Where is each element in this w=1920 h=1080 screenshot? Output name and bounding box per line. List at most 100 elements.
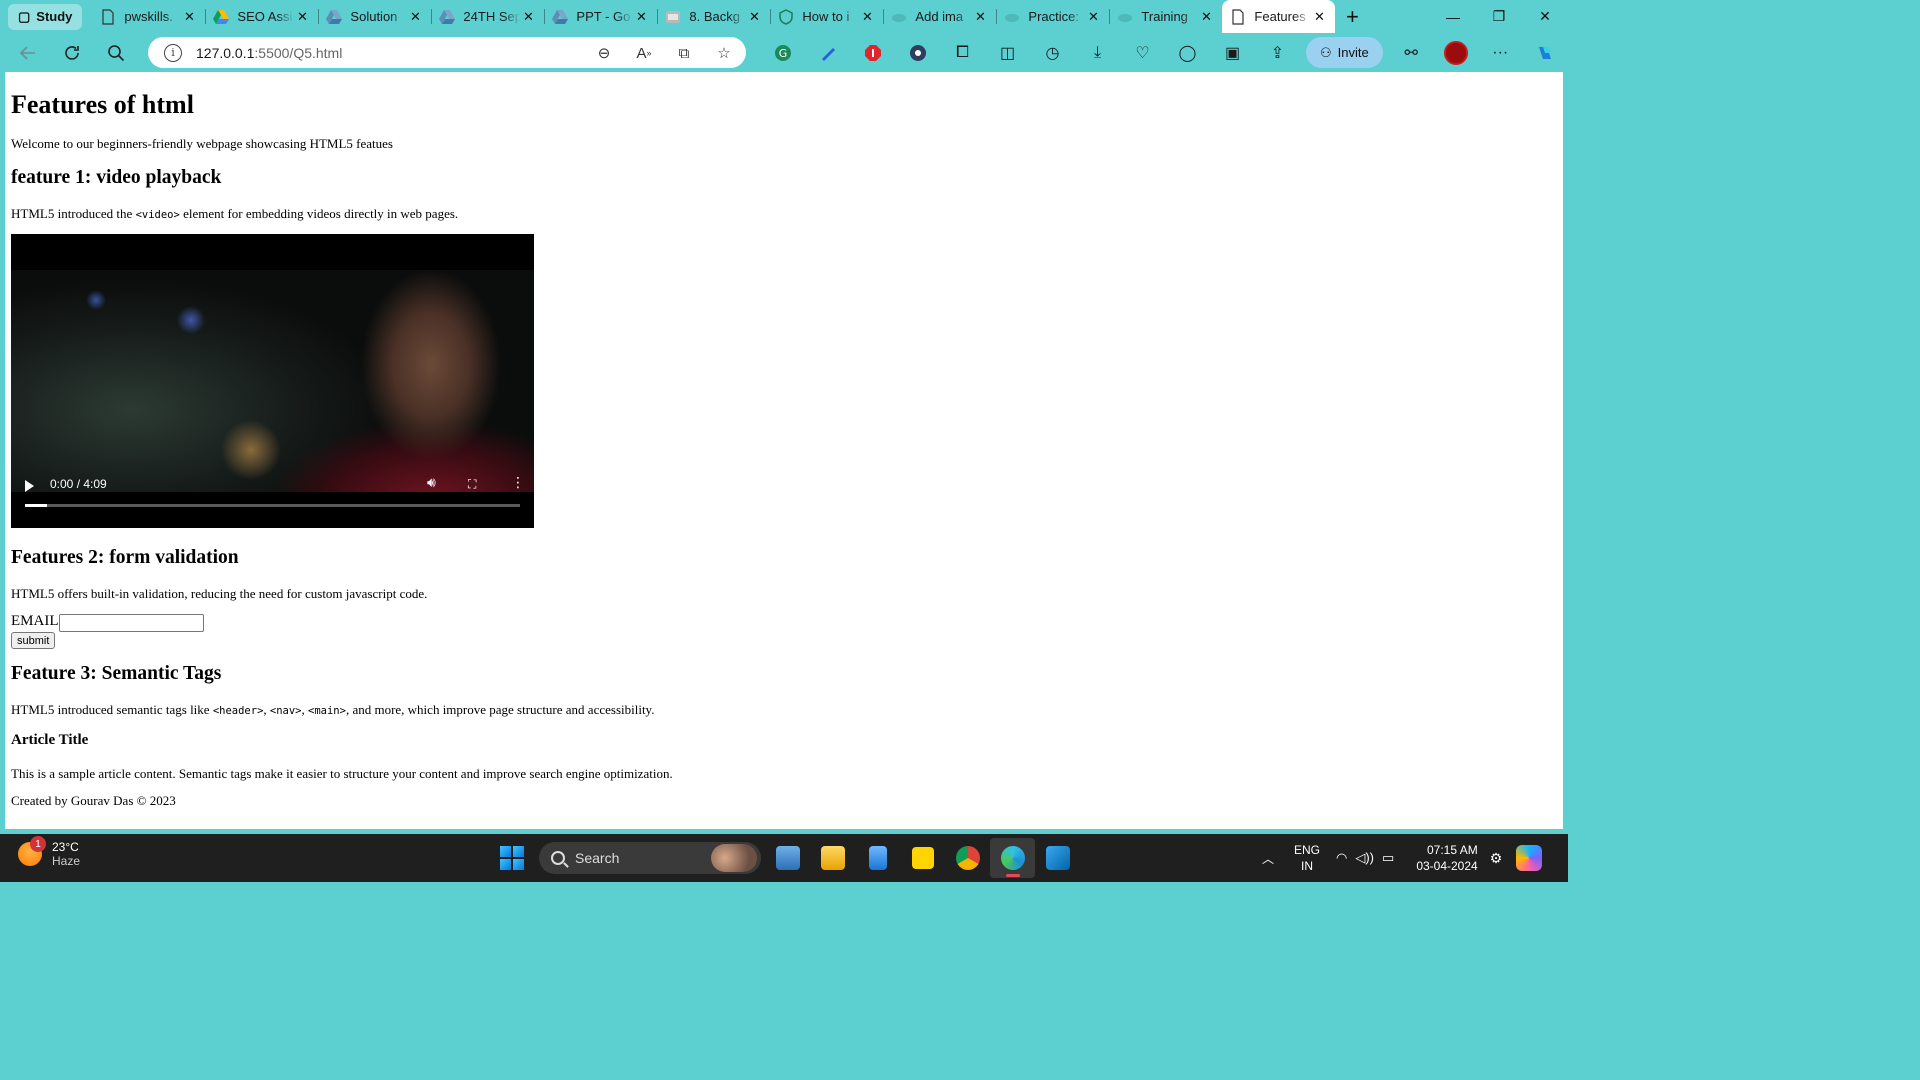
copilot-icon[interactable]: [1523, 36, 1568, 69]
photos-icon: [775, 846, 800, 870]
intro-text: Welcome to our beginners-friendly webpag…: [11, 136, 393, 151]
video-progress-bar[interactable]: [25, 504, 520, 507]
zoom-out-icon[interactable]: ⊖: [592, 41, 616, 65]
feature2-text: HTML5 offers built-in validation, reduci…: [11, 586, 428, 601]
speaker-icon: ◁)): [1355, 850, 1375, 865]
feature1-text: HTML5 introduced the <video> element for…: [11, 206, 459, 221]
history-icon[interactable]: ◷: [1030, 36, 1075, 69]
notification-bell-icon[interactable]: ⚙︎: [1490, 850, 1503, 867]
workspace-button[interactable]: ▢ Study: [8, 3, 83, 30]
chat-icon[interactable]: ◯: [1165, 36, 1210, 69]
tab-ppt[interactable]: PPT - Go ✕: [544, 0, 657, 33]
back-button[interactable]: [10, 37, 46, 69]
grammarly-icon[interactable]: G: [760, 36, 805, 69]
fullscreen-icon[interactable]: ⛶: [468, 477, 476, 492]
tab-24th-sep[interactable]: 24TH Sep ✕: [431, 0, 544, 33]
play-icon[interactable]: [25, 480, 34, 492]
system-tray: ︿ ENG IN ◠ ◁)) ▭ 07:15 AM 03-04-2024 ⚙︎: [1256, 834, 1543, 882]
video-time: 0:00 / 4:09: [50, 477, 107, 491]
search-highlight-image: [711, 844, 757, 872]
tab-features-active[interactable]: Features ✕: [1222, 0, 1336, 33]
sticky-notes-icon: [911, 847, 934, 869]
refresh-button[interactable]: [54, 37, 90, 69]
taskbar-app-file-explorer[interactable]: [810, 838, 855, 878]
clock-date: 03-04-2024: [1416, 859, 1478, 873]
video-player[interactable]: 0:00 / 4:09 🔊︎ ⛶ ⋮: [11, 234, 534, 528]
chevron-up-icon[interactable]: ︿: [1256, 850, 1280, 867]
browser-essentials-icon[interactable]: ♡: [1120, 36, 1165, 69]
adblock-icon[interactable]: [850, 36, 895, 69]
close-icon[interactable]: ✕: [859, 9, 875, 25]
address-bar[interactable]: i 127.0.0.1:5500/Q5.html ⊖ A» ⧉ ☆: [148, 37, 746, 68]
slides-icon: [665, 9, 681, 25]
close-icon[interactable]: ✕: [1311, 9, 1327, 25]
close-icon[interactable]: ✕: [181, 9, 197, 25]
tab-seo[interactable]: SEO Assi ✕: [205, 0, 318, 33]
taskbar-app-sticky-notes[interactable]: [900, 838, 945, 878]
feature1-heading: feature 1: video playback: [11, 167, 222, 188]
share-icon[interactable]: ⇪: [1255, 36, 1300, 69]
more-menu-icon[interactable]: ···: [1478, 36, 1523, 69]
tab-background[interactable]: 8. Backg ✕: [657, 0, 770, 33]
close-icon[interactable]: ✕: [520, 9, 536, 25]
feature2-heading: Features 2: form validation: [11, 547, 239, 568]
download-icon[interactable]: ⤓: [1075, 36, 1120, 69]
extensions-puzzle-icon[interactable]: ⧠: [940, 36, 985, 69]
tab-solution[interactable]: Solution ✕: [318, 0, 431, 33]
search-icon[interactable]: [98, 37, 134, 69]
taskbar-app-chrome[interactable]: [945, 838, 990, 878]
close-icon[interactable]: ✕: [1085, 9, 1101, 25]
close-icon[interactable]: ✕: [972, 9, 988, 25]
tab-add-image[interactable]: Add ima ✕: [883, 0, 996, 33]
weather-widget[interactable]: 1 23°C Haze: [18, 836, 80, 868]
close-icon[interactable]: ✕: [633, 9, 649, 25]
taskbar: 1 23°C Haze Search ︿ ENG IN ◠ ◁)) ▭ 07:1…: [0, 834, 1568, 882]
clock[interactable]: 07:15 AM 03-04-2024: [1416, 842, 1477, 874]
more-options-icon[interactable]: ⋮: [511, 475, 525, 491]
battery-icon: ▭: [1382, 850, 1395, 865]
site-info-icon[interactable]: i: [164, 43, 182, 62]
taskbar-app-vscode[interactable]: [1035, 838, 1080, 878]
tab-pwskills[interactable]: pwskills. ✕: [92, 0, 205, 33]
gamepad-extension-icon[interactable]: [895, 36, 940, 69]
taskbar-app-photos[interactable]: [765, 838, 810, 878]
pen-extension-icon[interactable]: [805, 36, 850, 69]
tab-practice[interactable]: Practice: ✕: [996, 0, 1109, 33]
taskbar-search[interactable]: Search: [539, 842, 761, 874]
close-window-button[interactable]: ✕: [1522, 0, 1568, 33]
new-tab-button[interactable]: +: [1335, 2, 1369, 32]
taskbar-app-notepad[interactable]: [855, 838, 900, 878]
restore-button[interactable]: ❐: [1476, 0, 1522, 33]
submit-button[interactable]: submit: [11, 632, 56, 649]
read-aloud-icon[interactable]: A»: [632, 41, 656, 65]
app-available-icon[interactable]: ⧉: [672, 41, 696, 65]
invite-label: Invite: [1337, 45, 1369, 60]
quick-settings[interactable]: ◠ ◁)) ▭: [1336, 850, 1394, 866]
close-icon[interactable]: ✕: [1198, 9, 1214, 25]
profile-avatar[interactable]: [1443, 40, 1468, 65]
close-icon[interactable]: ✕: [294, 9, 310, 25]
weather-icon: 1: [18, 836, 46, 866]
navigation-bar: i 127.0.0.1:5500/Q5.html ⊖ A» ⧉ ☆ G ⧠ ◫ …: [0, 33, 1568, 72]
favorite-star-icon[interactable]: ☆: [712, 41, 736, 65]
language-indicator[interactable]: ENG IN: [1294, 842, 1320, 874]
tab-training[interactable]: Training ✕: [1109, 0, 1222, 33]
svg-text:G: G: [778, 47, 787, 60]
collections-icon[interactable]: ▣: [1210, 36, 1255, 69]
email-field[interactable]: [59, 614, 204, 632]
taskbar-apps: [765, 838, 1080, 878]
split-screen-icon[interactable]: ◫: [985, 36, 1030, 69]
volume-icon[interactable]: 🔊︎: [427, 476, 436, 492]
tab-how-to[interactable]: How to i ✕: [770, 0, 883, 33]
workspaces-icon[interactable]: ⚯: [1389, 36, 1434, 69]
copilot-taskbar-icon[interactable]: [1516, 845, 1543, 871]
close-icon[interactable]: ✕: [407, 9, 423, 25]
start-button[interactable]: [500, 846, 524, 870]
close-icon[interactable]: ✕: [746, 9, 762, 25]
video-controls: 0:00 / 4:09 🔊︎ ⛶ ⋮: [11, 468, 534, 528]
notepad-icon: [868, 846, 887, 870]
minimize-button[interactable]: —: [1430, 0, 1476, 33]
tab-label: PPT - Go: [576, 9, 631, 24]
invite-button[interactable]: ⚇ Invite: [1306, 37, 1383, 68]
taskbar-app-edge[interactable]: [990, 838, 1035, 878]
